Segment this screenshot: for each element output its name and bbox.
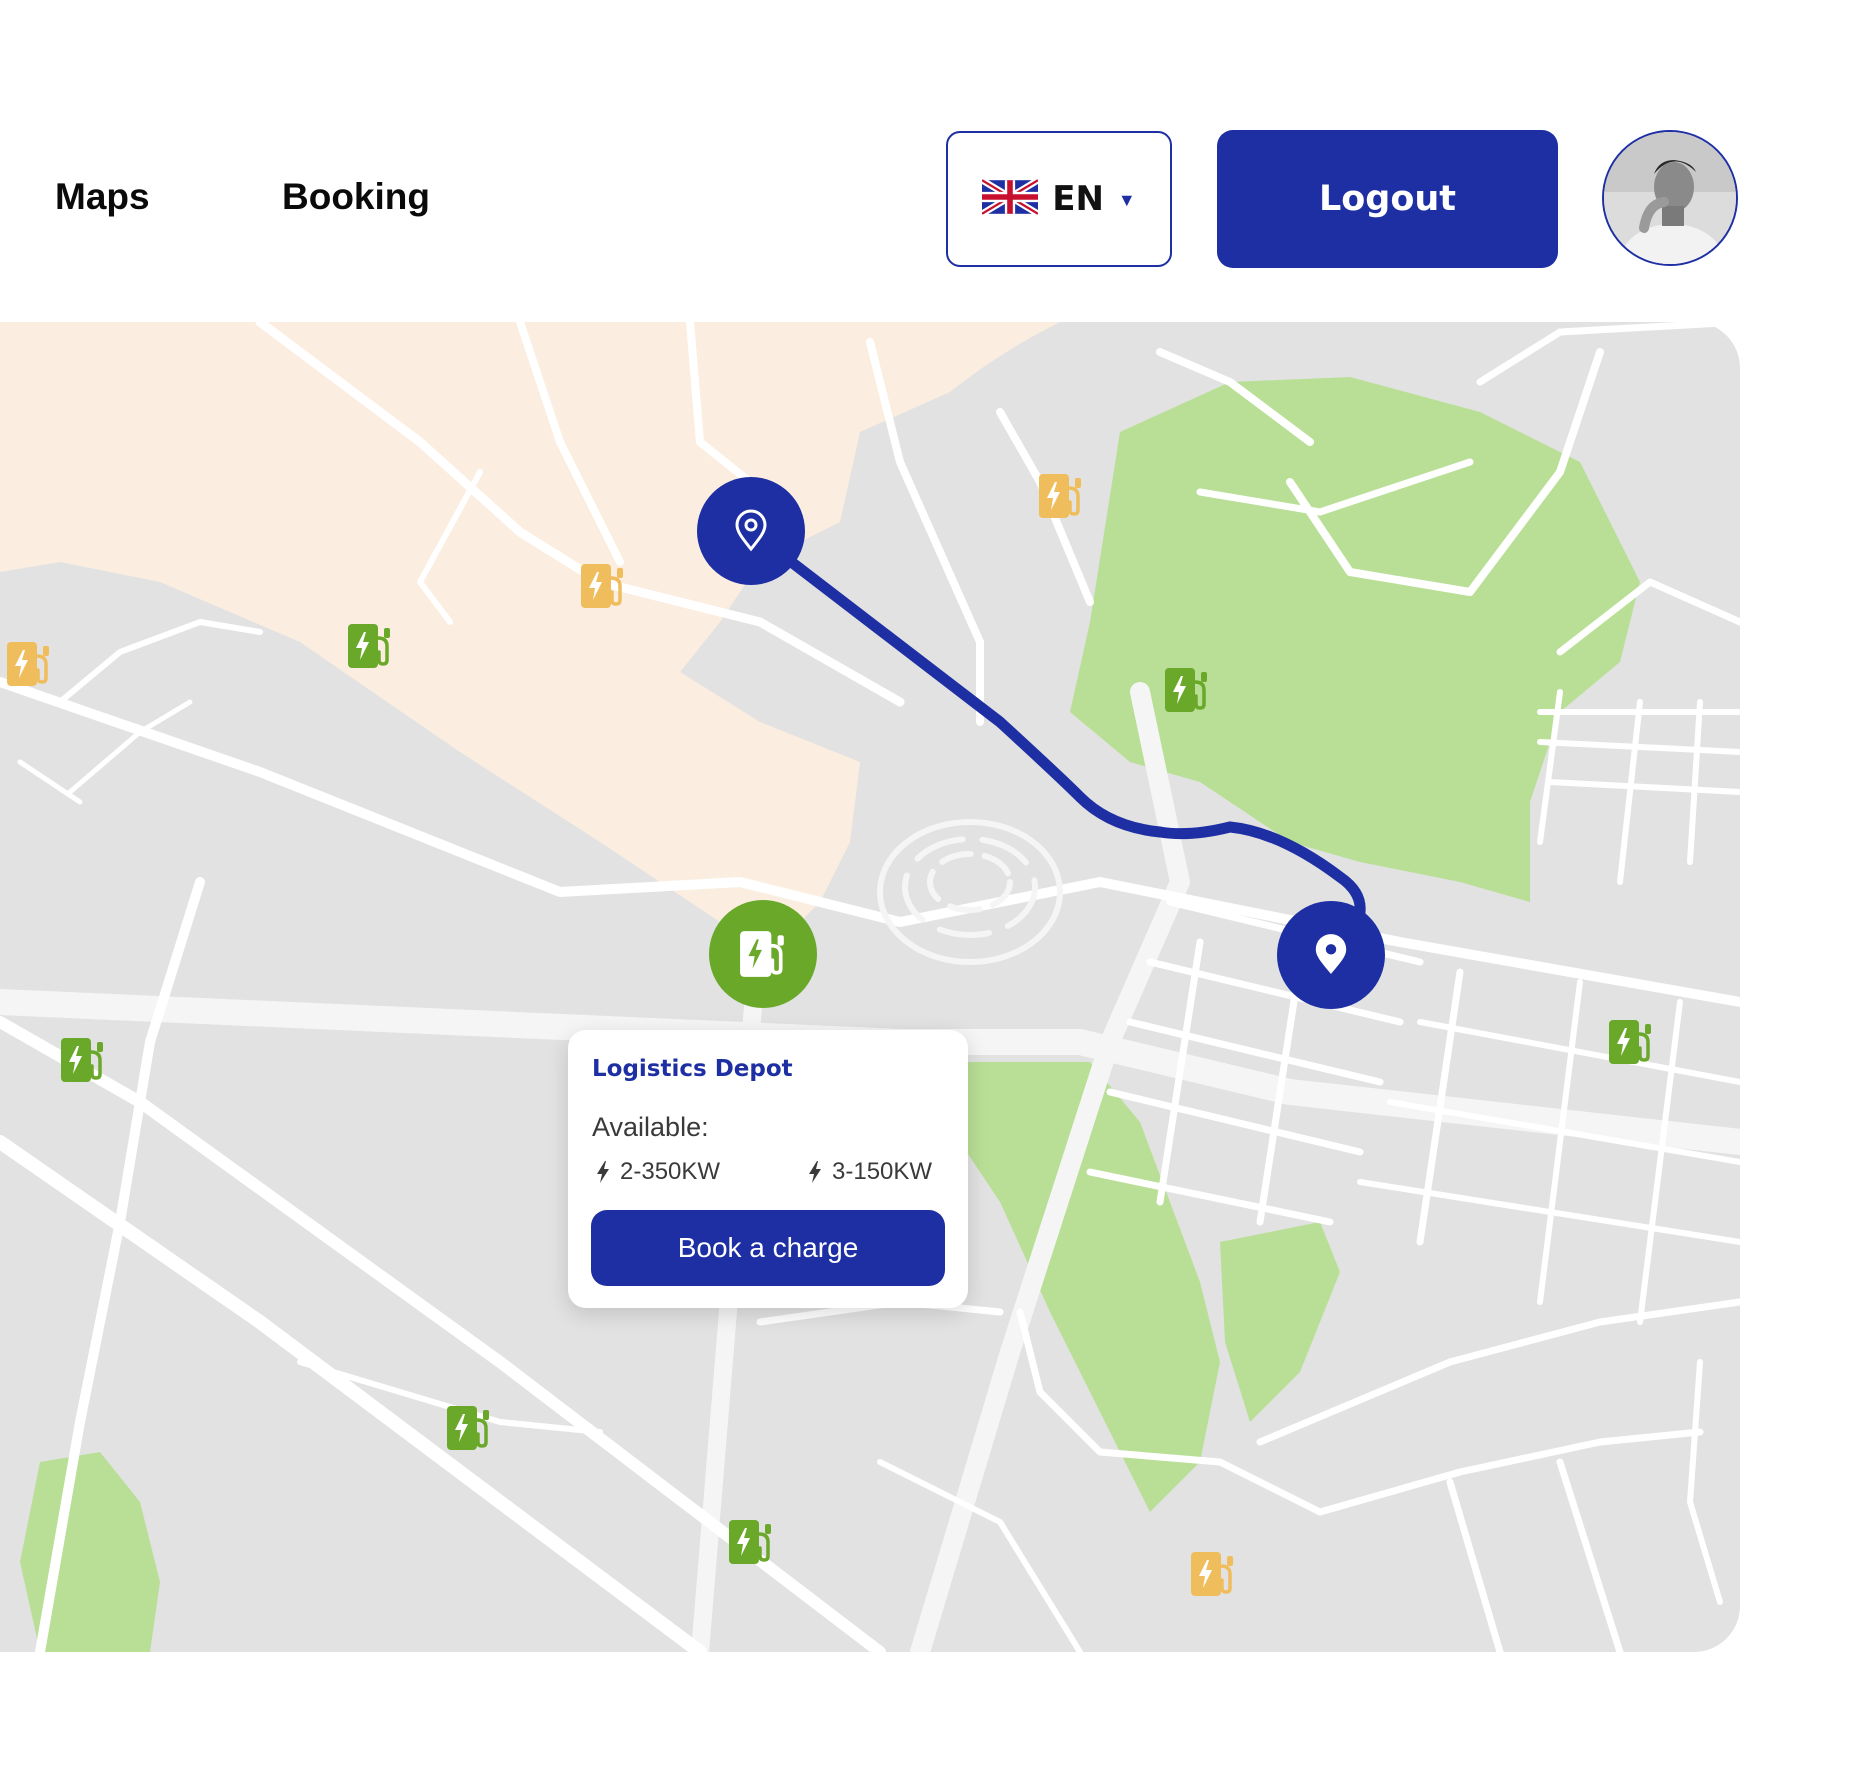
uk-flag-icon: [980, 176, 1040, 220]
charger-available-icon[interactable]: [347, 622, 393, 670]
route-origin-pin[interactable]: [697, 477, 805, 585]
plug-label: 3-150KW: [832, 1158, 933, 1185]
user-avatar[interactable]: [1602, 130, 1738, 266]
available-label: Available:: [592, 1112, 709, 1142]
station-popup: Logistics Depot Available: 2-350KW 3-150…: [568, 1030, 968, 1308]
charger-available-icon[interactable]: [1164, 666, 1210, 714]
nav-item-booking[interactable]: Booking: [282, 176, 430, 218]
charger-busy-icon[interactable]: [6, 640, 52, 688]
charger-busy-icon[interactable]: [580, 562, 626, 610]
lightning-icon: [597, 1161, 609, 1183]
location-outline-icon: [735, 509, 767, 552]
charger-busy-icon[interactable]: [1038, 472, 1084, 520]
plug-info: 3-150KW: [808, 1158, 932, 1186]
charger-available-icon[interactable]: [1608, 1018, 1654, 1066]
charger-busy-icon[interactable]: [1190, 1550, 1236, 1598]
nav-item-maps[interactable]: Maps: [55, 176, 150, 218]
plug-info: 2-350KW: [596, 1158, 720, 1186]
map-view[interactable]: Logistics Depot Available: 2-350KW 3-150…: [0, 322, 1740, 1652]
route-destination-pin[interactable]: [1277, 901, 1385, 1009]
charger-available-icon[interactable]: [728, 1518, 774, 1566]
selected-station-marker[interactable]: [709, 900, 817, 1008]
language-selector[interactable]: EN ▼: [946, 131, 1172, 267]
language-code: EN: [1052, 179, 1104, 219]
charger-station-icon: [740, 931, 784, 977]
location-filled-icon: [1315, 934, 1347, 974]
station-name: Logistics Depot: [592, 1056, 793, 1082]
charger-available-icon[interactable]: [446, 1404, 492, 1452]
logout-button[interactable]: Logout: [1217, 130, 1558, 268]
caret-down-icon: ▼: [1117, 189, 1136, 210]
plug-label: 2-350KW: [620, 1158, 721, 1185]
book-charge-button[interactable]: Book a charge: [591, 1210, 945, 1286]
charger-available-icon[interactable]: [60, 1036, 106, 1084]
lightning-icon: [809, 1161, 821, 1183]
map-base-layer: [0, 322, 1740, 1652]
